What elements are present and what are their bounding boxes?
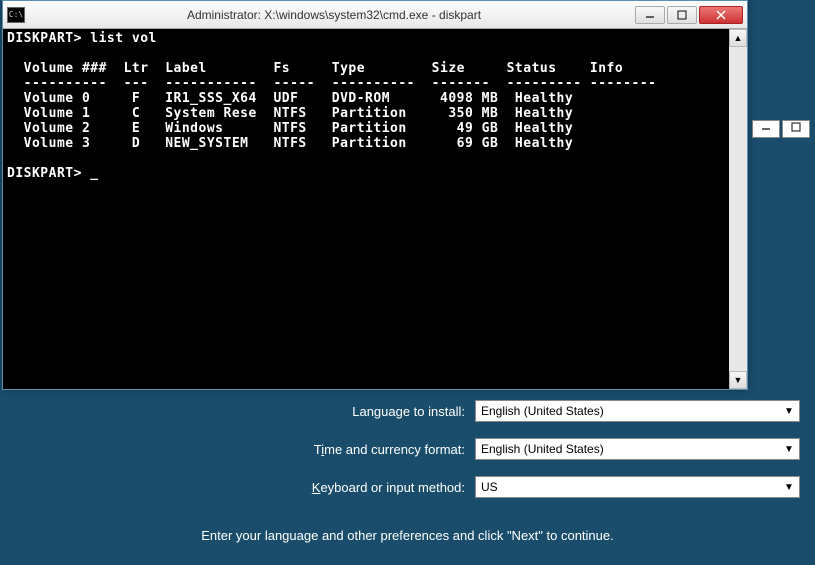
scroll-up-button[interactable]: ▲ [729,29,747,47]
keyboard-value: US [481,480,498,494]
language-select[interactable]: English (United States) ▼ [475,400,800,422]
cmd-window-controls [635,6,743,24]
scroll-track[interactable] [729,47,747,371]
setup-minimize-button[interactable] [752,120,780,138]
time-currency-select[interactable]: English (United States) ▼ [475,438,800,460]
keyboard-row: Keyboard or input method: US ▼ [15,476,800,498]
cmd-close-button[interactable] [699,6,743,24]
language-select-value: English (United States) [481,404,604,418]
dropdown-arrow-icon: ▼ [781,403,797,419]
setup-window-controls [752,120,810,138]
cmd-icon: C:\ [7,7,25,23]
cmd-window: C:\ Administrator: X:\windows\system32\c… [2,0,748,390]
setup-hint-text: Enter your language and other preference… [15,528,800,543]
dropdown-arrow-icon: ▼ [781,441,797,457]
setup-maximize-button[interactable] [782,120,810,138]
time-currency-value: English (United States) [481,442,604,456]
dropdown-arrow-icon: ▼ [781,479,797,495]
time-currency-row: Time and currency format: English (Unite… [15,438,800,460]
cmd-scrollbar[interactable]: ▲ ▼ [729,29,747,389]
time-currency-label: Time and currency format: [15,442,475,457]
cmd-terminal-output[interactable]: DISKPART> list vol Volume ### Ltr Label … [3,29,729,389]
cmd-titlebar[interactable]: C:\ Administrator: X:\windows\system32\c… [3,1,747,29]
cmd-title: Administrator: X:\windows\system32\cmd.e… [33,8,635,22]
language-label: Language to install: [15,404,475,419]
language-row: Language to install: English (United Sta… [15,400,800,422]
keyboard-label: Keyboard or input method: [15,480,475,495]
cmd-maximize-button[interactable] [667,6,697,24]
setup-form: Language to install: English (United Sta… [0,400,815,543]
scroll-down-button[interactable]: ▼ [729,371,747,389]
cmd-minimize-button[interactable] [635,6,665,24]
keyboard-select[interactable]: US ▼ [475,476,800,498]
